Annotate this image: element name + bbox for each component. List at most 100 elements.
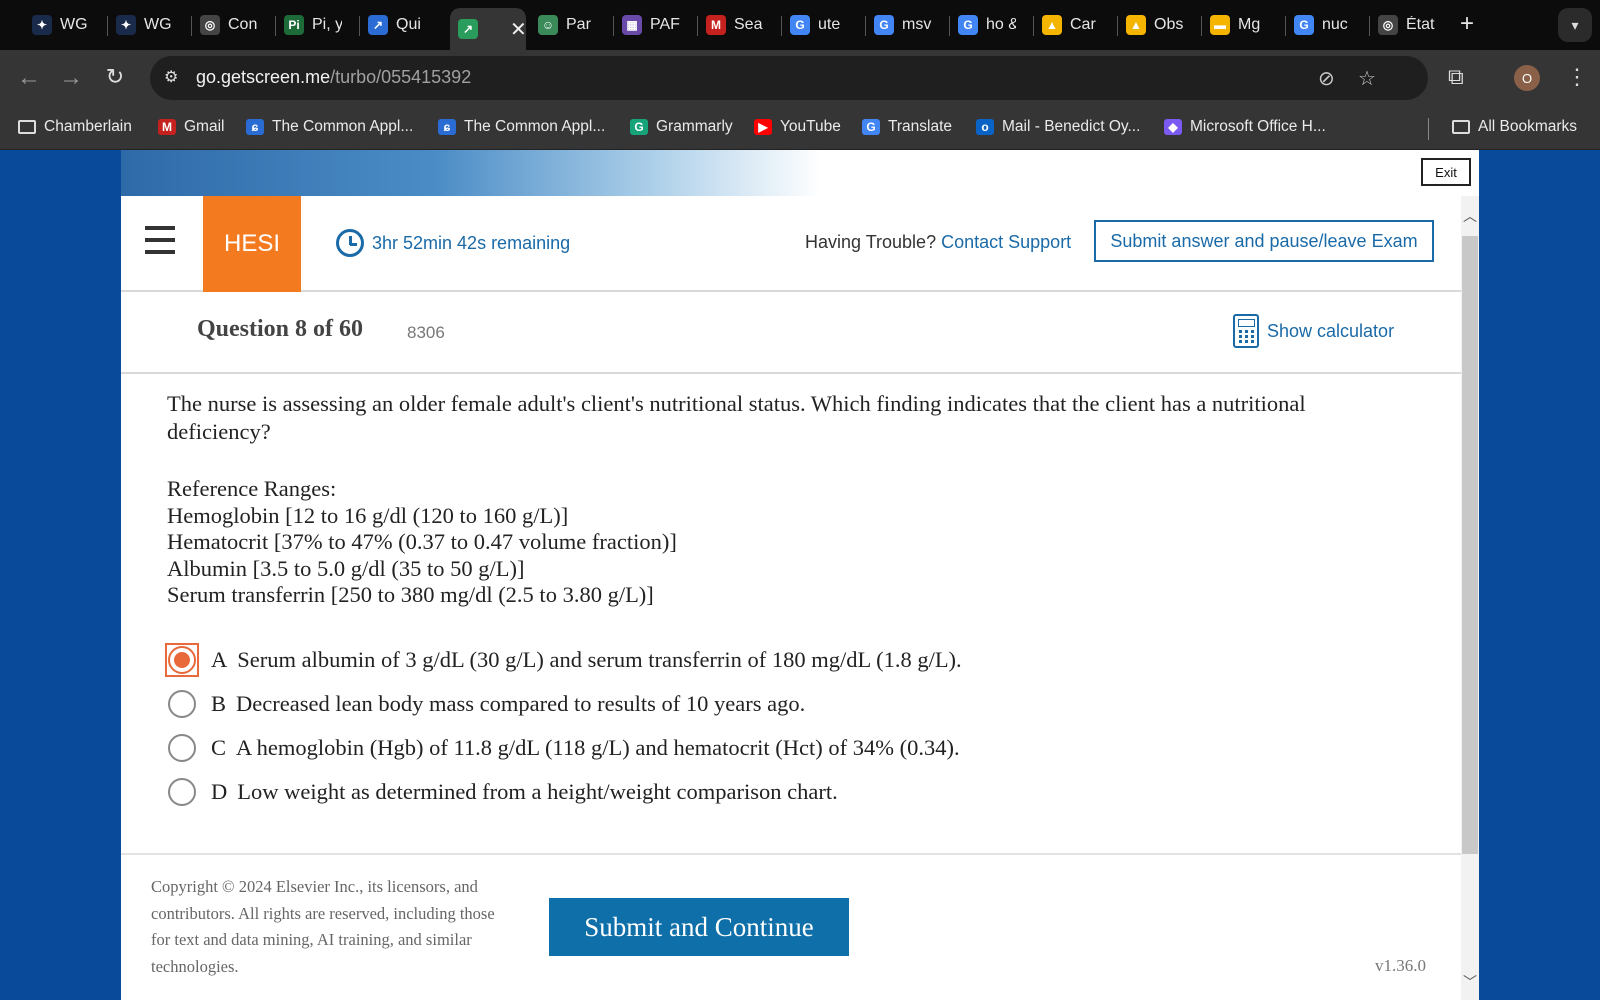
tab-label: Par [566,16,591,33]
answer-option-b[interactable]: B Decreased lean body mass compared to r… [165,682,962,726]
option-letter: D [211,779,228,804]
browser-tab[interactable]: ▦ PAF [614,8,696,42]
scroll-up-icon[interactable]: ︿ [1461,206,1479,226]
scrollbar-thumb[interactable] [1462,236,1478,854]
browser-tab[interactable]: ✦ WG [24,8,106,42]
answer-option-c[interactable]: C A hemoglobin (Hgb) of 11.8 g/dL (118 g… [165,726,962,770]
more-menu-icon[interactable]: ⋮ [1566,64,1588,90]
back-arrow-icon[interactable]: ← [14,64,44,92]
trouble-label: Having Trouble? [805,232,937,252]
youtube-icon: ▶ [754,119,772,135]
browser-tab[interactable]: M Sea [698,8,780,42]
bookmark-star-icon[interactable]: ☆ [1358,66,1376,91]
submit-pause-exam-button[interactable]: Submit answer and pause/leave Exam [1094,220,1434,262]
cast-off-icon[interactable]: ⊘ [1318,66,1335,91]
bookmark-item[interactable]: ◆ Microsoft Office H... [1164,118,1326,136]
grid-icon: ▦ [622,15,642,35]
site-settings-icon[interactable]: ⚙ [164,67,186,89]
radio-button[interactable] [168,646,196,674]
version-label: v1.36.0 [1375,956,1426,975]
scroll-down-icon[interactable]: ﹀ [1461,972,1479,992]
hamburger-menu-icon[interactable] [145,226,175,254]
drive-icon: ▲ [1126,15,1146,35]
browser-tab[interactable]: ▲ Obs [1118,8,1200,42]
answer-options: A Serum albumin of 3 g/dL (30 g/L) and s… [165,638,962,814]
answer-option-d[interactable]: D Low weight as determined from a height… [165,770,962,814]
tab-label: Car [1070,16,1096,33]
question-stem: The nurse is assessing an older female a… [167,391,1306,444]
option-text: Decreased lean body mass compared to res… [236,691,806,716]
grammarly-icon: G [630,119,648,135]
copilot-icon: ◆ [1164,119,1182,135]
radio-wrapper [165,731,199,765]
browser-tab[interactable]: ▬ Mg [1202,8,1284,42]
browser-tab[interactable]: Gho & [950,8,1032,42]
radio-wrapper [165,775,199,809]
wolf-icon: ✦ [116,15,136,35]
forward-arrow-icon[interactable]: → [56,64,86,92]
bookmark-label: Grammarly [656,118,733,135]
option-text: A hemoglobin (Hgb) of 11.8 g/dL (118 g/L… [236,735,960,760]
contact-support-link[interactable]: Contact Support [941,232,1071,252]
tab-label: nuc [1322,16,1348,33]
browser-tab[interactable]: ↗ Qui [360,8,442,42]
profile-avatar[interactable]: O [1514,65,1540,91]
bookmark-item[interactable]: G Grammarly [630,118,733,136]
tab-search-chevron-down-icon[interactable]: ▾ [1558,8,1592,42]
all-bookmarks-button[interactable]: All Bookmarks [1452,118,1577,136]
browser-toolbar: ← → ↻ ⚙ go.getscreen.me/turbo/055415392 … [0,50,1600,108]
bookmark-label: Translate [888,118,953,135]
radio-button[interactable] [168,778,196,806]
answer-option-a[interactable]: A Serum albumin of 3 g/dL (30 g/L) and s… [165,638,962,682]
reference-title: Reference Ranges: [167,476,337,501]
close-icon[interactable]: ✕ [510,17,526,42]
bookmark-item[interactable]: Chamberlain [18,118,132,136]
option-letter: C [211,735,227,760]
bookmark-item[interactable]: ɕ The Common Appl... [438,118,605,136]
tab-label: PAF [650,16,680,33]
chatgpt-icon: ◎ [1378,15,1398,35]
chatgpt-icon: ◎ [200,15,220,35]
reload-icon[interactable]: ↻ [100,64,130,90]
translate-icon: G [862,119,880,135]
browser-tab[interactable]: Gute [782,8,864,42]
browser-tab[interactable]: Pi Pi, y [276,8,358,42]
show-calculator-button[interactable]: Show calculator [1233,314,1394,348]
browser-tab[interactable]: ◎ État [1370,8,1452,42]
radio-button[interactable] [168,690,196,718]
question-header: Question 8 of 60 8306 Show calculator [121,292,1461,374]
browser-tab[interactable]: ↗ ✕ [450,8,526,50]
browser-tab[interactable]: Gnuc [1286,8,1368,42]
browser-tab[interactable]: ✦ WG [108,8,190,42]
bookmark-label: Microsoft Office H... [1190,118,1326,135]
arrow-icon: ↗ [458,19,478,39]
browser-tab[interactable]: ▲ Car [1034,8,1116,42]
bookmark-item[interactable]: o Mail - Benedict Oy... [976,118,1140,136]
bookmark-item[interactable]: ɕ The Common Appl... [246,118,413,136]
radio-button[interactable] [168,734,196,762]
bookmark-item[interactable]: G Translate [862,118,952,136]
exam-page: Exit HESI 3hr 52min 42s remaining Having… [121,150,1479,1000]
browser-tab[interactable]: ◎ Con [192,8,274,42]
new-tab-button[interactable]: + [1460,10,1474,38]
bookmark-label: The Common Appl... [272,118,414,135]
commonapp-icon: ɕ [246,119,264,135]
drive-icon: ▲ [1042,15,1062,35]
outlook-icon: o [976,119,994,135]
browser-tab[interactable]: Gmsv [866,8,948,42]
radio-focus-ring [165,643,199,677]
option-letter: A [211,647,228,672]
url-text[interactable]: go.getscreen.me/turbo/055415392 [196,67,471,88]
extensions-puzzle-icon[interactable]: ⧉ [1448,64,1464,90]
browser-tab[interactable]: ☺ Par [530,8,612,42]
option-letter: B [211,691,227,716]
exit-button[interactable]: Exit [1421,158,1471,186]
bookmark-item[interactable]: ▶ YouTube [754,118,841,136]
tab-label: Sea [734,16,763,33]
bookmark-item[interactable]: M Gmail [158,118,224,136]
url-host: go.getscreen.me [196,67,331,87]
submit-continue-button[interactable]: Submit and Continue [549,898,849,956]
timer-text: 3hr 52min 42s remaining [372,232,571,253]
gmail-icon: M [706,15,726,35]
address-bar[interactable]: ⚙ go.getscreen.me/turbo/055415392 ⊘ ☆ [150,56,1428,100]
